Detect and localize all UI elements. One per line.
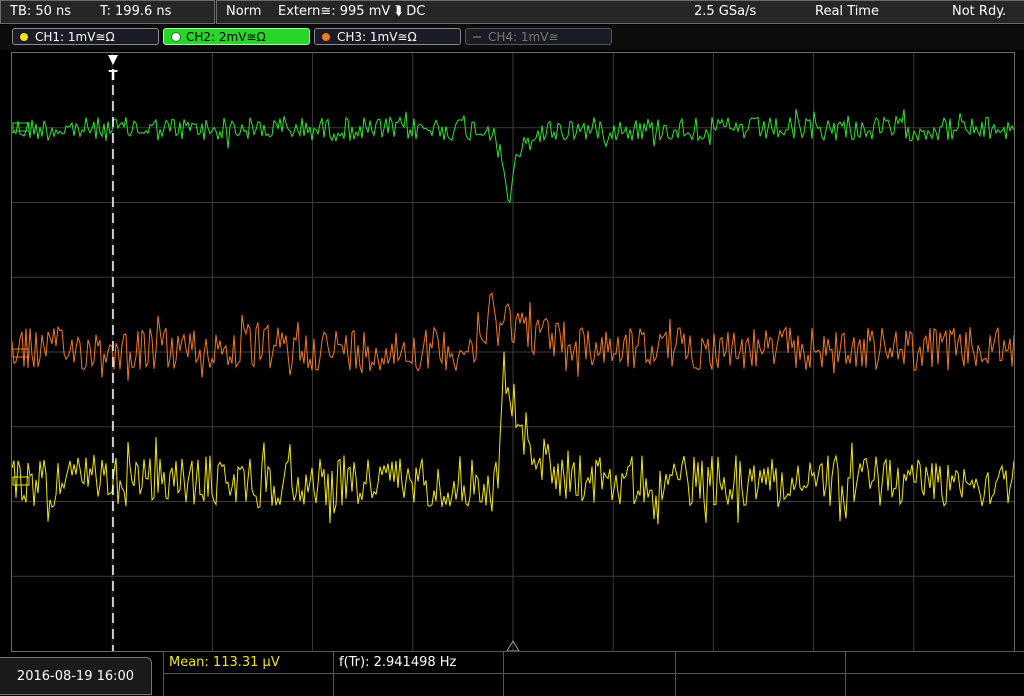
ch4-indicator-icon: [473, 36, 481, 38]
ch4-label: CH4: 1mV≅: [488, 30, 559, 44]
measurement-panel[interactable]: Mean: 113.31 µV f(Tr): 2.941498 Hz: [163, 651, 1024, 696]
waveform-canvas[interactable]: T: [11, 53, 1015, 652]
trigger-marker-label: T: [109, 69, 118, 84]
trigger-source[interactable]: Extern≅: 995 mV ⮯ DC: [278, 0, 425, 24]
channel-1-button[interactable]: CH1: 1mV≅Ω: [12, 28, 159, 45]
waveform-display[interactable]: T: [11, 52, 1015, 652]
sample-rate[interactable]: 2.5 GSa/s: [694, 0, 756, 24]
time-mode[interactable]: Real Time: [815, 0, 879, 24]
trigger-time-readout[interactable]: T: 199.6 ns: [100, 0, 171, 24]
channel-2-button[interactable]: CH2: 2mV≅Ω: [163, 28, 310, 45]
trigger-arrow-icon: [108, 55, 118, 65]
channel-3-button[interactable]: CH3: 1mV≅Ω: [314, 28, 461, 45]
status-bar: TB: 50 ns T: 199.6 ns Norm Extern≅: 995 …: [0, 0, 1024, 24]
trigger-status: Not Rdy.: [952, 4, 1007, 19]
ch2-label: CH2: 2mV≅Ω: [186, 30, 266, 44]
ch3-indicator-icon: [322, 33, 330, 41]
mean-measurement[interactable]: Mean: 113.31 µV: [169, 652, 280, 673]
ch2-indicator-icon: [171, 32, 181, 42]
frequency-measurement[interactable]: f(Tr): 2.941498 Hz: [339, 652, 456, 673]
channel-bar: CH1: 1mV≅Ω CH2: 2mV≅Ω CH3: 1mV≅Ω CH4: 1m…: [0, 25, 1024, 50]
date-time: 2016-08-19 16:00: [0, 657, 152, 695]
timebase-readout[interactable]: TB: 50 ns: [10, 0, 71, 24]
ch1-label: CH1: 1mV≅Ω: [35, 30, 115, 44]
ch3-label: CH3: 1mV≅Ω: [337, 30, 417, 44]
channel-4-button[interactable]: CH4: 1mV≅: [465, 28, 612, 45]
ch1-indicator-icon: [20, 33, 28, 41]
acquisition-mode[interactable]: Norm: [226, 0, 261, 24]
